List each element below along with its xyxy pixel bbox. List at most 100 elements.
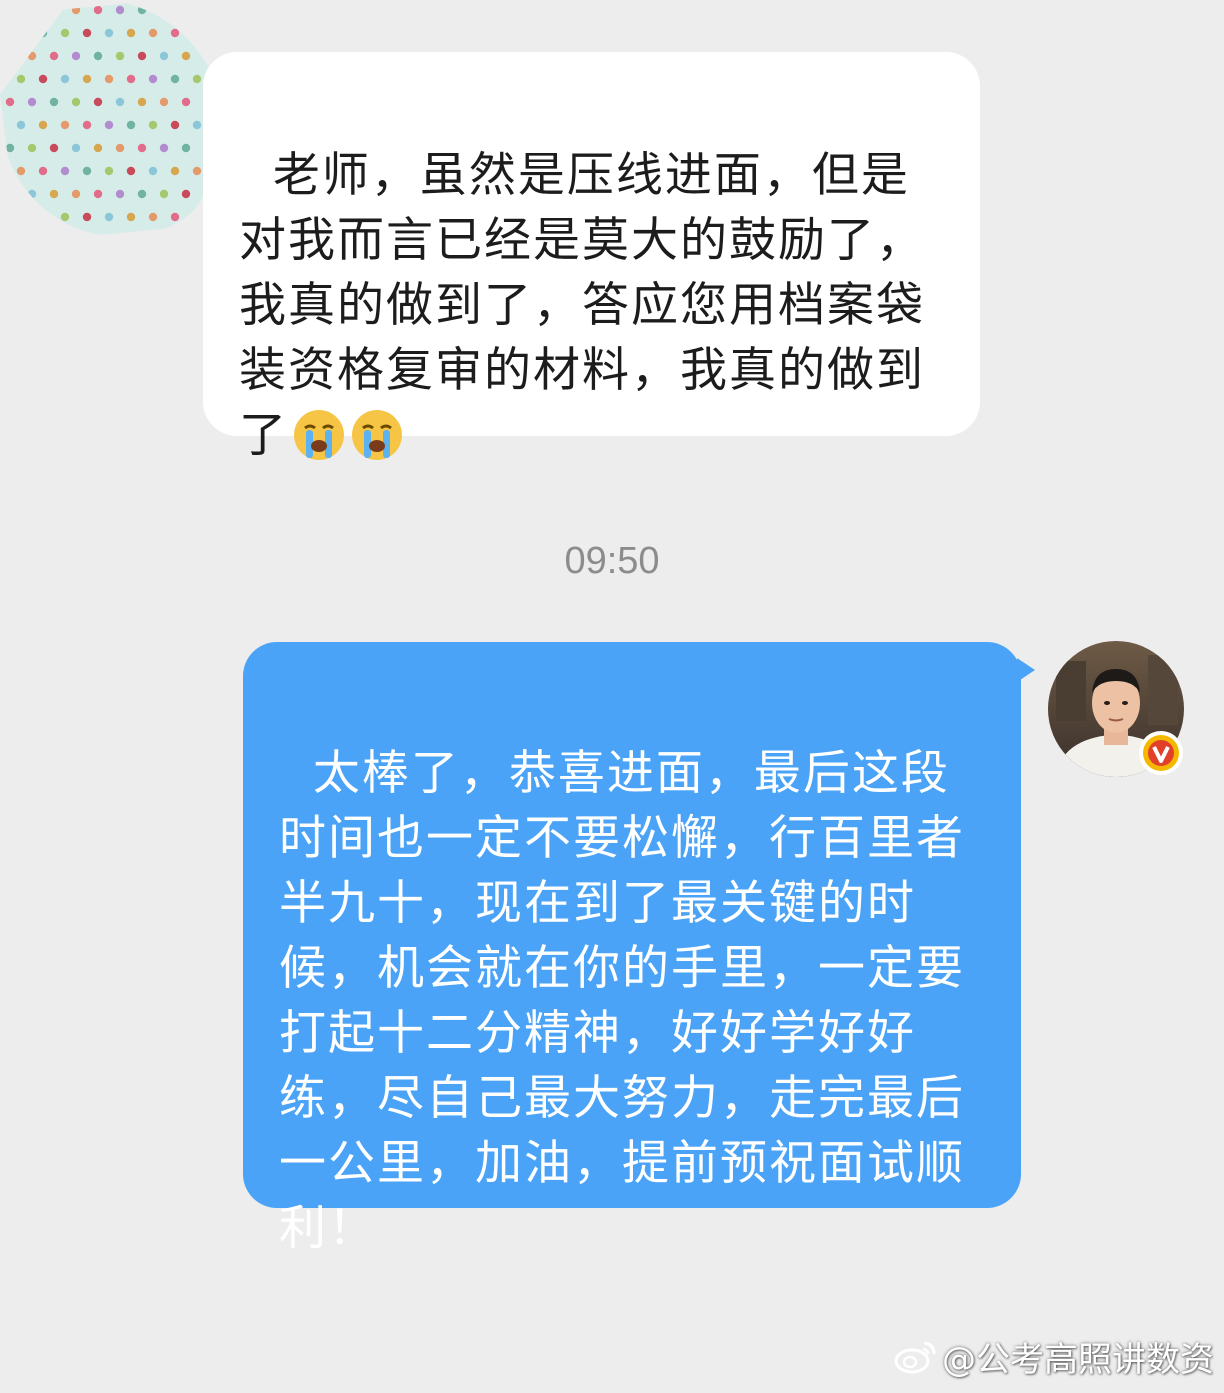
avatar-dot [192, 120, 202, 130]
contact-avatar[interactable] [0, 0, 226, 236]
avatar-dot [16, 74, 26, 84]
avatar-dot [82, 28, 92, 38]
outgoing-message-text: 太棒了，恭喜进面，最后这段时间也一定不要松懈，行百里者半九十，现在到了最关键的时… [279, 746, 965, 1256]
crying-face-icon [352, 409, 402, 460]
avatar-dot [71, 143, 81, 153]
avatar-dot [27, 5, 37, 15]
avatar-dot [137, 189, 147, 199]
avatar-dot [60, 212, 70, 222]
avatar-dot [16, 28, 26, 38]
verified-badge-icon [1139, 731, 1183, 775]
avatar-dot [126, 120, 136, 130]
avatar-dot [170, 212, 180, 222]
avatar-dot [170, 28, 180, 38]
avatar-dot [126, 166, 136, 176]
avatar-dot [137, 97, 147, 107]
avatar-dot [27, 51, 37, 61]
avatar-dot [148, 166, 158, 176]
avatar-dot [71, 189, 81, 199]
avatar-dot [181, 51, 191, 61]
outgoing-message-bubble[interactable]: 太棒了，恭喜进面，最后这段时间也一定不要松懈，行百里者半九十，现在到了最关键的时… [243, 642, 1035, 1256]
avatar-dot [93, 189, 103, 199]
avatar-dot [5, 51, 15, 61]
avatar-dot [159, 97, 169, 107]
avatar-dot [181, 5, 191, 15]
avatar-dot [104, 212, 114, 222]
avatar-dot [170, 120, 180, 130]
avatar-dot [60, 120, 70, 130]
avatar-dot [5, 189, 15, 199]
avatar-dot [126, 28, 136, 38]
avatar-dot [93, 143, 103, 153]
avatar-dot [16, 120, 26, 130]
avatar-dot [82, 74, 92, 84]
avatar-dot [148, 212, 158, 222]
watermark-text: @公考高照讲数资 [942, 1340, 1214, 1380]
avatar-dot [38, 28, 48, 38]
avatar-dot [38, 212, 48, 222]
avatar-dot [126, 74, 136, 84]
avatar-dot [16, 166, 26, 176]
avatar-dot [49, 97, 59, 107]
avatar-dot [82, 120, 92, 130]
bubble-tail [1017, 658, 1035, 682]
avatar-dot [104, 166, 114, 176]
avatar-dot [38, 120, 48, 130]
avatar-dot [104, 74, 114, 84]
avatar-dot [137, 5, 147, 15]
avatar-dot [60, 28, 70, 38]
avatar-dot [192, 28, 202, 38]
avatar-dot [93, 51, 103, 61]
avatar-dot [104, 28, 114, 38]
avatar-dot [192, 166, 202, 176]
avatar-dot [49, 189, 59, 199]
avatar-dot [203, 5, 213, 15]
avatar-dot [115, 143, 125, 153]
avatar-dot [38, 74, 48, 84]
avatar-dot [159, 189, 169, 199]
avatar-dot [159, 51, 169, 61]
avatar-dot [181, 189, 191, 199]
avatar-dot [181, 143, 191, 153]
avatar-dot [181, 97, 191, 107]
avatar-dot [16, 212, 26, 222]
avatar-dot [170, 74, 180, 84]
avatar-dot [192, 212, 202, 222]
avatar-dot [192, 74, 202, 84]
avatar-dot [49, 143, 59, 153]
avatar-dot [159, 5, 169, 15]
avatar-dot [104, 120, 114, 130]
weibo-icon [894, 1341, 936, 1373]
crying-face-icon [294, 409, 344, 460]
avatar-dot [71, 97, 81, 107]
avatar-dot [27, 143, 37, 153]
avatar-dot [159, 143, 169, 153]
avatar-dot [170, 166, 180, 176]
avatar-dot [126, 212, 136, 222]
avatar-dot [49, 5, 59, 15]
avatar-dot [137, 143, 147, 153]
avatar-dot [115, 51, 125, 61]
avatar-dot [148, 74, 158, 84]
avatar-dot [60, 74, 70, 84]
message-timestamp: 09:50 [564, 540, 660, 582]
avatar-dot [214, 28, 224, 38]
avatar-dot [203, 51, 213, 61]
avatar-dot [27, 189, 37, 199]
incoming-message-bubble[interactable]: 老师，虽然是压线进面，但是对我而言已经是莫大的鼓励了，我真的做到了，答应您用档案… [203, 52, 980, 463]
avatar-dot [148, 28, 158, 38]
avatar-dot [93, 5, 103, 15]
avatar-dot [5, 5, 15, 15]
avatar-dot [5, 97, 15, 107]
avatar-dot [27, 97, 37, 107]
avatar-dot [115, 189, 125, 199]
avatar-dot [82, 212, 92, 222]
avatar-dot [38, 166, 48, 176]
avatar-dot [93, 97, 103, 107]
avatar-dot [115, 97, 125, 107]
polka-dot-avatar-image [0, 0, 226, 236]
avatar-dot [60, 166, 70, 176]
avatar-dot [82, 166, 92, 176]
avatar-dot [148, 120, 158, 130]
avatar-dot [49, 51, 59, 61]
